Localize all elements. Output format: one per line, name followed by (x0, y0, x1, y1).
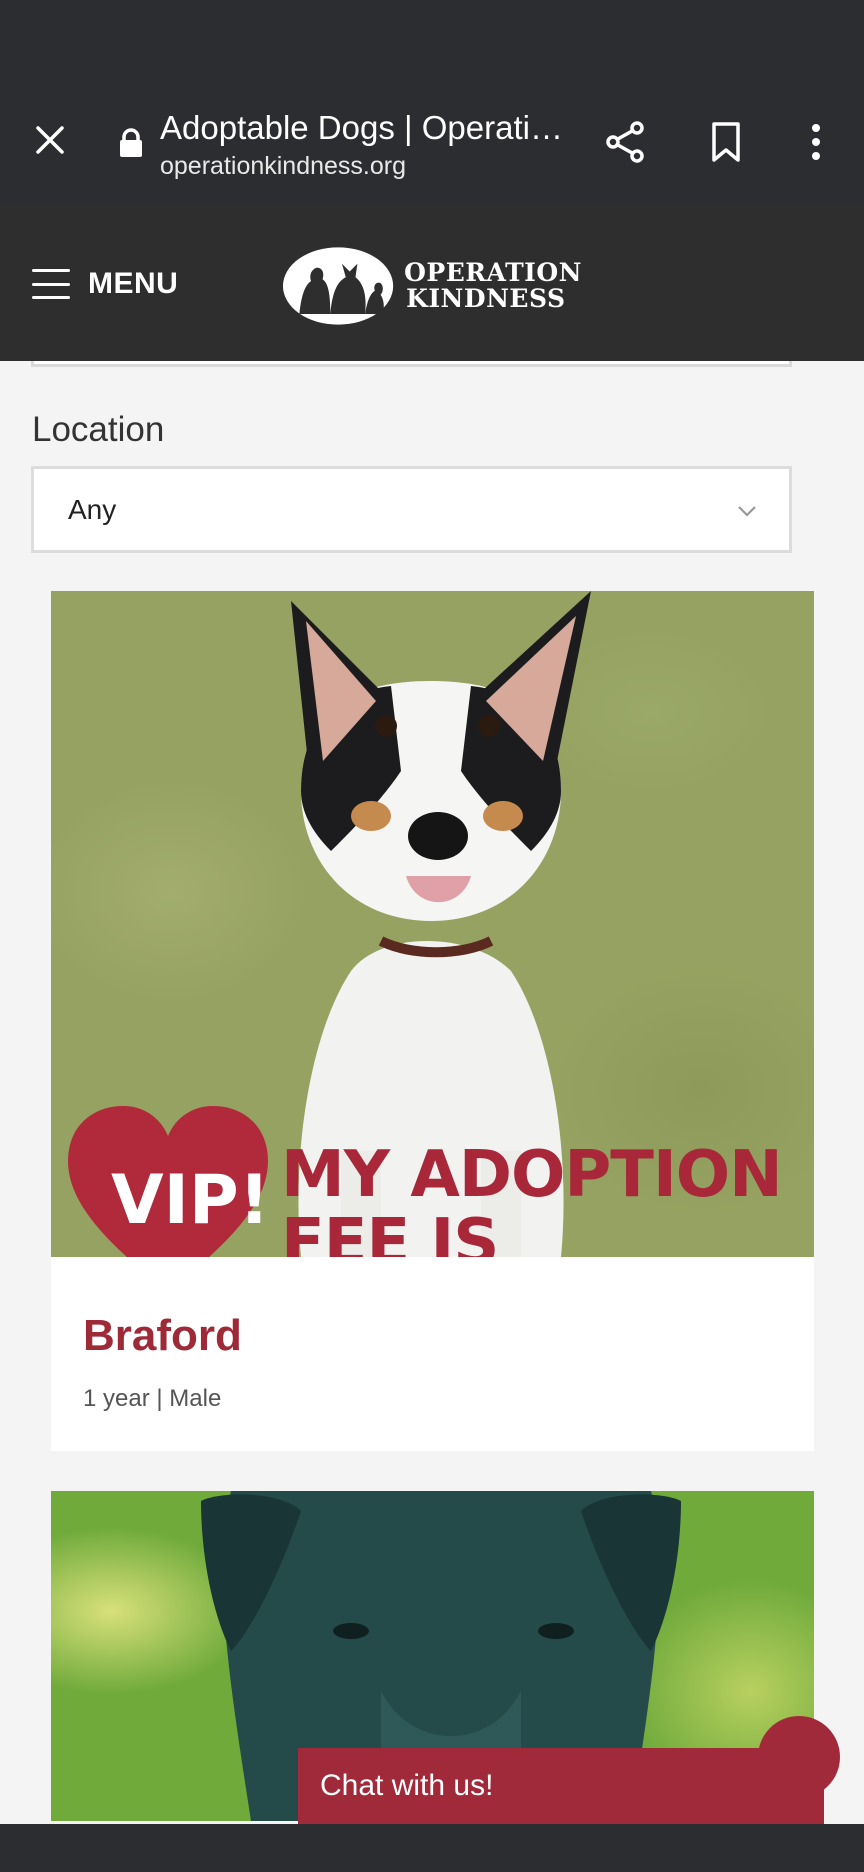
logo-pets-icon (282, 247, 394, 325)
hamburger-icon (32, 269, 70, 299)
operation-kindness-logo[interactable]: OPERATION KINDNESS (282, 242, 582, 330)
adoption-fee-banner: MY ADOPTION FEE IS WAIVED! (281, 1138, 783, 1257)
address-bar[interactable]: Adoptable Dogs | Operati… operationkindn… (160, 108, 580, 182)
logo-wordmark: OPERATION KINDNESS (404, 258, 582, 313)
menu-button[interactable]: MENU (32, 264, 178, 304)
share-icon (606, 121, 644, 163)
chat-launcher-button[interactable] (758, 1716, 840, 1798)
bookmark-button[interactable] (702, 118, 750, 166)
page-title: Adoptable Dogs | Operati… (160, 109, 563, 146)
site-header: MENU OPERATION KINDNESS (0, 206, 864, 361)
browser-toolbar: Adoptable Dogs | Operati… operationkindn… (0, 78, 864, 206)
lock-icon (120, 128, 142, 157)
close-icon (36, 126, 64, 154)
share-button[interactable] (602, 118, 650, 166)
system-nav-bar (0, 1824, 864, 1872)
dog-name[interactable]: Braford (83, 1311, 242, 1361)
previous-filter-field[interactable] (31, 361, 792, 367)
dog-meta: 1 year | Male (83, 1385, 222, 1412)
dog-photo[interactable]: VIP! MY ADOPTION FEE IS WAIVED! (51, 591, 814, 1257)
status-bar (0, 0, 864, 78)
dog-card[interactable]: VIP! MY ADOPTION FEE IS WAIVED! Braford … (51, 591, 814, 1451)
chat-button[interactable]: Chat with us! (298, 1748, 824, 1824)
vip-badge: VIP! (111, 1161, 270, 1240)
more-options-button[interactable] (792, 118, 840, 166)
location-select[interactable]: Any (31, 466, 792, 553)
location-filter-label: Location (32, 410, 165, 449)
menu-label: MENU (88, 267, 179, 300)
bookmark-icon (712, 122, 740, 162)
more-vert-icon (812, 124, 820, 160)
chevron-down-icon (738, 506, 756, 517)
location-select-value: Any (68, 493, 117, 525)
close-tab-button[interactable] (26, 116, 74, 164)
page-url: operationkindness.org (160, 152, 406, 180)
